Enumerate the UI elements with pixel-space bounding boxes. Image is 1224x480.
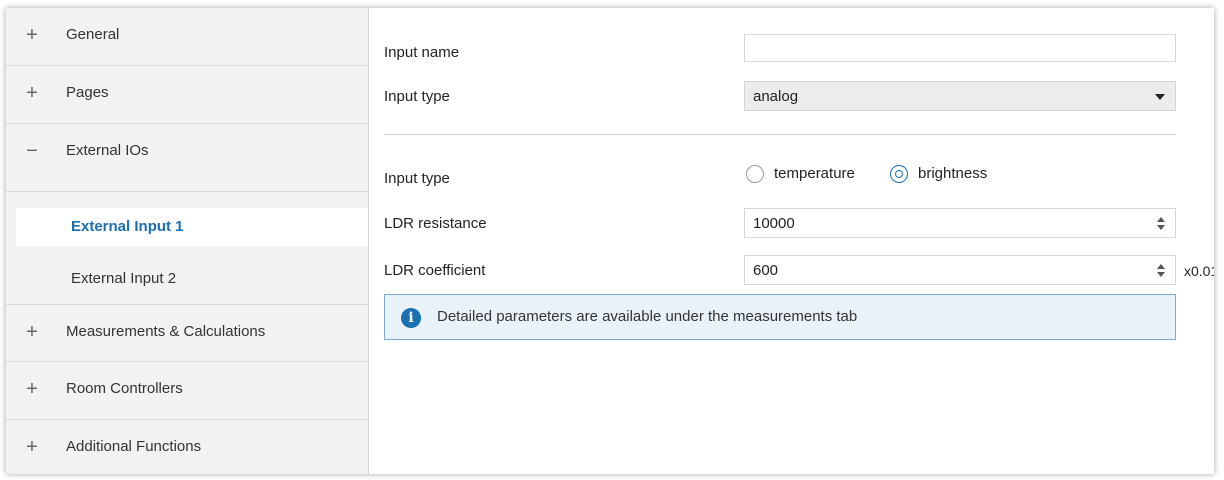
sidebar-item-pages[interactable]: + Pages <box>6 66 368 124</box>
radio-brightness[interactable] <box>890 165 908 183</box>
sidebar: + General + Pages − External IOs Externa… <box>6 8 369 474</box>
sidebar-item-label: Pages <box>66 84 109 101</box>
sidebar-item-label: General <box>66 26 120 43</box>
radio-temperature[interactable] <box>746 165 764 183</box>
input-name-label: Input name <box>384 44 460 61</box>
sidebar-item-room-controllers[interactable]: + Room Controllers <box>6 362 368 420</box>
info-icon: i <box>401 308 421 328</box>
sidebar-subitem-label: External Input 2 <box>71 270 177 287</box>
sidebar-subitem-external-input-1[interactable]: External Input 1 <box>16 208 368 246</box>
ldr-coefficient-label: LDR coefficient <box>384 262 486 279</box>
sidebar-item-external-ios[interactable]: − External IOs <box>6 124 368 192</box>
radio-temperature-label: temperature <box>774 165 855 182</box>
app-window: + General + Pages − External IOs Externa… <box>6 8 1214 474</box>
radio-brightness-label: brightness <box>918 165 988 182</box>
ldr-resistance-stepper[interactable]: 10000 <box>744 208 1176 238</box>
ldr-resistance-label: LDR resistance <box>384 215 487 232</box>
chevron-down-icon <box>1155 94 1165 100</box>
analog-type-label: Input type <box>384 170 450 187</box>
spin-up-icon[interactable] <box>1157 217 1165 222</box>
expand-icon: + <box>26 321 38 343</box>
expand-icon: + <box>26 378 38 400</box>
sidebar-item-label: Measurements & Calculations <box>66 323 266 340</box>
ldr-coefficient-value: 600 <box>753 262 779 279</box>
expand-icon: + <box>26 436 38 458</box>
collapse-icon: − <box>26 140 38 162</box>
input-type-value: analog <box>753 88 799 105</box>
sidebar-item-measurements[interactable]: + Measurements & Calculations <box>6 304 368 362</box>
sidebar-item-general[interactable]: + General <box>6 8 368 66</box>
sidebar-item-additional-functions[interactable]: + Additional Functions <box>6 420 368 474</box>
info-text: Detailed parameters are available under … <box>437 308 858 325</box>
sidebar-item-label: Room Controllers <box>66 380 183 397</box>
ldr-coefficient-unit: x0.01 <box>1184 263 1214 279</box>
section-divider <box>384 134 1176 135</box>
expand-icon: + <box>26 82 38 104</box>
spin-down-icon[interactable] <box>1157 272 1165 277</box>
main-panel: Input name Input type analog Input type … <box>369 8 1214 474</box>
ldr-coefficient-stepper[interactable]: 600 <box>744 255 1176 285</box>
input-type-select[interactable]: analog <box>744 81 1176 111</box>
info-box: i Detailed parameters are available unde… <box>384 294 1176 340</box>
spin-down-icon[interactable] <box>1157 225 1165 230</box>
sidebar-item-label: Additional Functions <box>66 438 202 455</box>
spin-up-icon[interactable] <box>1157 264 1165 269</box>
sidebar-subitem-external-input-2[interactable]: External Input 2 <box>16 260 368 298</box>
expand-icon: + <box>26 24 38 46</box>
input-name-field[interactable] <box>744 34 1176 62</box>
sidebar-subitem-label: External Input 1 <box>71 218 184 235</box>
ldr-resistance-value: 10000 <box>753 215 795 232</box>
input-type-label: Input type <box>384 88 450 105</box>
sidebar-item-label: External IOs <box>66 142 149 159</box>
